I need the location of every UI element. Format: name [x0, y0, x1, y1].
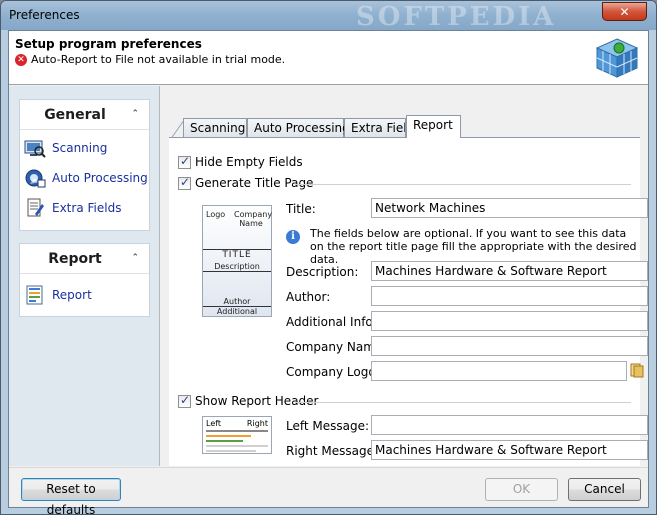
- section-divider: [295, 184, 631, 185]
- reset-to-defaults-button[interactable]: Reset to defaults: [21, 478, 121, 514]
- preview-description-text: Description: [203, 262, 271, 272]
- company-name-field[interactable]: [371, 336, 648, 356]
- dialog-footer: Reset to defaults OK Cancel: [9, 467, 648, 514]
- info-icon: i: [286, 230, 300, 244]
- preferences-content: Scanning Auto Processing Extra Field Rep…: [161, 86, 648, 466]
- preview-left-text: Left: [206, 419, 222, 428]
- checkbox-box: [178, 393, 191, 408]
- sidebar: General ⌃ Scanning Auto Processing Extra…: [9, 86, 160, 466]
- preview-company-text: Company Name: [234, 210, 273, 228]
- sidebar-group-report: Report ⌃ Report: [19, 243, 150, 317]
- right-message-field[interactable]: Machines Hardware & Software Report: [371, 440, 648, 460]
- right-message-label: Right Message:: [286, 444, 379, 458]
- checkbox-box: [178, 154, 191, 169]
- sidebar-item-label: Extra Fields: [52, 201, 122, 215]
- softpedia-watermark: SOFTPEDIA: [356, 2, 557, 32]
- collapse-icon[interactable]: ⌃: [131, 253, 139, 263]
- sidebar-group-report-header[interactable]: Report ⌃: [20, 244, 149, 274]
- tab-scanning[interactable]: Scanning: [183, 118, 247, 138]
- preview-bar: [206, 440, 243, 442]
- report-icon: [26, 285, 43, 305]
- trial-warning-text: Auto-Report to File not available in tri…: [31, 53, 286, 66]
- trial-warning: ✕ Auto-Report to File not available in t…: [15, 53, 285, 66]
- additional-info-field[interactable]: [371, 311, 648, 331]
- sidebar-item-label: Report: [52, 288, 92, 302]
- hide-empty-fields-checkbox[interactable]: Hide Empty Fields: [178, 154, 303, 169]
- company-logo-field[interactable]: [371, 361, 627, 381]
- report-panel: Hide Empty Fields Generate Title Page Lo…: [169, 137, 648, 466]
- error-icon: ✕: [15, 53, 27, 66]
- tab-extra-field[interactable]: Extra Field: [344, 118, 406, 138]
- collapse-icon[interactable]: ⌃: [131, 109, 139, 119]
- app-logo-icon: [595, 38, 639, 78]
- title-label: Title:: [286, 202, 316, 216]
- sidebar-item-extra-fields[interactable]: Extra Fields: [20, 193, 149, 223]
- header-band: Setup program preferences ✕ Auto-Report …: [9, 31, 648, 85]
- close-icon: ✕: [619, 4, 630, 19]
- sidebar-group-general: General ⌃ Scanning Auto Processing Extra…: [19, 99, 150, 231]
- extra-fields-icon: [27, 198, 44, 217]
- close-button[interactable]: ✕: [602, 2, 647, 21]
- browse-folder-icon[interactable]: [630, 362, 644, 378]
- checkbox-label: Generate Title Page: [195, 176, 314, 190]
- left-message-label: Left Message:: [286, 419, 370, 433]
- preview-logo-text: Logo: [206, 210, 226, 219]
- checkbox-label: Hide Empty Fields: [195, 155, 303, 169]
- checkbox-box: [178, 175, 191, 190]
- title-page-preview: Logo Company Name TITLE Description Auth…: [202, 205, 272, 317]
- company-logo-label: Company Logo:: [286, 365, 380, 379]
- checkbox-label: Show Report Header: [195, 394, 319, 408]
- description-label: Description:: [286, 265, 359, 279]
- sidebar-group-title: Report: [48, 251, 102, 267]
- ok-button[interactable]: OK: [485, 478, 558, 501]
- preview-bar: [206, 445, 268, 447]
- sidebar-item-auto-processing[interactable]: Auto Processing: [20, 163, 149, 193]
- show-report-header-checkbox[interactable]: Show Report Header: [178, 393, 319, 408]
- preview-right-text: Right: [246, 419, 268, 428]
- author-field[interactable]: [371, 286, 648, 306]
- scanning-icon: [24, 140, 46, 158]
- author-label: Author:: [286, 290, 331, 304]
- sidebar-item-report[interactable]: Report: [20, 280, 149, 310]
- preview-bar: [206, 450, 256, 452]
- header-title: Setup program preferences: [15, 37, 202, 51]
- additional-info-label: Additional Info:: [286, 315, 377, 329]
- sidebar-item-label: Scanning: [52, 141, 108, 155]
- section-divider: [295, 402, 631, 403]
- preferences-window: Preferences SOFTPEDIA ✕ Setup program pr…: [0, 0, 657, 515]
- sidebar-group-general-header[interactable]: General ⌃: [20, 100, 149, 130]
- preview-bar: [206, 435, 251, 437]
- sidebar-item-scanning[interactable]: Scanning: [20, 133, 149, 163]
- preview-author-text: Author: [203, 297, 271, 307]
- report-header-preview: Left Right: [202, 416, 272, 454]
- dialog-body: Setup program preferences ✕ Auto-Report …: [8, 30, 649, 514]
- title-bar[interactable]: Preferences SOFTPEDIA ✕: [1, 1, 656, 32]
- left-message-field[interactable]: [371, 415, 648, 435]
- preview-rule: [206, 430, 268, 432]
- sidebar-group-title: General: [44, 107, 106, 123]
- preview-title-text: TITLE: [203, 249, 271, 260]
- window-title: Preferences: [9, 8, 80, 22]
- generate-title-page-checkbox[interactable]: Generate Title Page: [178, 175, 314, 190]
- sidebar-item-label: Auto Processing: [52, 171, 148, 185]
- auto-processing-icon: [25, 169, 46, 188]
- description-field[interactable]: Machines Hardware & Software Report: [371, 261, 648, 281]
- cancel-button[interactable]: Cancel: [568, 478, 641, 501]
- tab-auto-processing[interactable]: Auto Processing: [247, 118, 350, 138]
- title-field[interactable]: Network Machines: [371, 198, 648, 218]
- tab-report[interactable]: Report: [406, 115, 461, 138]
- preview-additional-text: Additional: [216, 307, 258, 316]
